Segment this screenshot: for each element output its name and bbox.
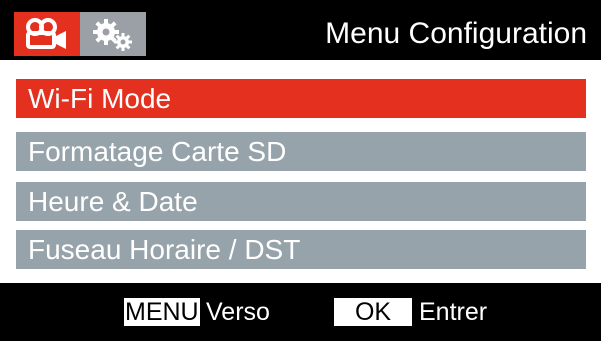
- screen: Menu Configuration Wi-Fi Mode Formatage …: [0, 0, 601, 341]
- enter-label: Entrer: [419, 298, 488, 326]
- video-camera-icon: [26, 18, 66, 49]
- back-label: Verso: [206, 298, 270, 326]
- menu-item-time-zone[interactable]: Fuseau Horaire / DST: [16, 230, 586, 269]
- menu-item-format-sd[interactable]: Formatage Carte SD: [16, 132, 586, 171]
- gears-icon: [93, 19, 132, 51]
- menu-list: Wi-Fi Mode Formatage Carte SD Heure & Da…: [0, 60, 601, 283]
- ok-key[interactable]: OK: [334, 298, 412, 326]
- menu-key[interactable]: MENU: [124, 298, 200, 326]
- tab-settings[interactable]: [80, 12, 146, 56]
- page-title: Menu Configuration: [325, 17, 587, 50]
- menu-item-time-date[interactable]: Heure & Date: [16, 182, 586, 221]
- footer-bar: MENU Verso OK Entrer: [0, 283, 601, 341]
- header-bar: Menu Configuration: [0, 0, 601, 60]
- menu-item-wifi-mode[interactable]: Wi-Fi Mode: [16, 79, 586, 118]
- tab-video[interactable]: [14, 12, 80, 56]
